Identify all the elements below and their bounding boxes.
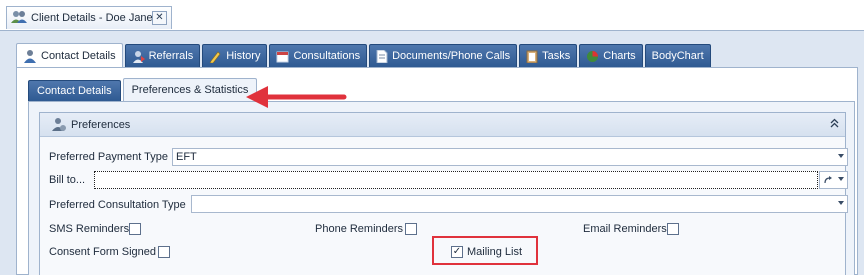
- tab-tasks[interactable]: Tasks: [519, 44, 578, 67]
- contact-person-icon: [24, 49, 36, 63]
- email-reminders-label: Email Reminders: [583, 223, 667, 235]
- sms-reminders-checkbox[interactable]: [129, 223, 141, 235]
- chevron-down-icon: [838, 154, 844, 158]
- mailing-list-highlight-box: [432, 236, 538, 265]
- phone-reminders-checkbox[interactable]: [405, 223, 417, 235]
- consultation-type-label: Preferred Consultation Type: [49, 199, 186, 211]
- phone-reminders-label: Phone Reminders: [315, 223, 404, 235]
- client-details-tab-title: Client Details - Doe Jane: [31, 12, 153, 24]
- tab-label: BodyChart: [651, 50, 704, 62]
- users-icon: [11, 10, 27, 27]
- document-tab-bar: Client Details - Doe Jane ✕: [0, 0, 864, 31]
- subtab-contact-details[interactable]: Contact Details: [28, 80, 121, 101]
- bill-to-input[interactable]: [94, 171, 818, 189]
- collapse-chevron-icon[interactable]: [830, 118, 839, 131]
- sub-tab-strip: Contact Details Preferences & Statistics: [28, 78, 258, 101]
- preferences-group-title: Preferences: [71, 118, 131, 131]
- email-reminders-checkbox[interactable]: [667, 223, 679, 235]
- payment-type-label: Preferred Payment Type: [49, 151, 169, 163]
- bill-to-label: Bill to...: [49, 174, 86, 186]
- tab-label: Charts: [603, 50, 636, 62]
- preferences-group-header: Preferences: [40, 113, 845, 137]
- chevron-down-icon[interactable]: [838, 177, 844, 181]
- sms-reminders-label: SMS Reminders: [49, 223, 130, 235]
- tab-label: Tasks: [542, 50, 571, 62]
- tab-charts[interactable]: Charts: [579, 44, 643, 67]
- tab-label: Contact Details: [41, 49, 116, 62]
- tab-history[interactable]: History: [202, 44, 268, 67]
- bill-to-buttons: [819, 171, 848, 189]
- tab-consultations[interactable]: Consultations: [269, 44, 368, 67]
- payment-type-select[interactable]: EFT: [172, 148, 848, 166]
- link-arrow-icon[interactable]: [823, 175, 833, 185]
- calendar-icon: [276, 51, 289, 62]
- close-tab-button[interactable]: ✕: [152, 11, 167, 25]
- subtab-preferences-statistics[interactable]: Preferences & Statistics: [122, 78, 258, 101]
- preferences-person-icon: [52, 118, 66, 131]
- tab-documents-phone-calls[interactable]: Documents/Phone Calls: [369, 44, 518, 67]
- main-tab-strip: Contact Details Referrals History Consul…: [16, 43, 711, 67]
- tab-label: Consultations: [293, 50, 361, 62]
- consultation-type-select[interactable]: [191, 195, 848, 213]
- chevron-down-icon: [838, 201, 844, 205]
- pencil-icon: [209, 51, 221, 63]
- consent-form-label: Consent Form Signed: [49, 246, 156, 258]
- tab-bodychart[interactable]: BodyChart: [644, 44, 711, 67]
- tab-label: Referrals: [148, 50, 194, 62]
- tab-label: Documents/Phone Calls: [392, 50, 511, 62]
- tab-contact-details[interactable]: Contact Details: [16, 43, 123, 67]
- tab-referrals[interactable]: Referrals: [124, 44, 201, 67]
- consent-form-checkbox[interactable]: [158, 246, 170, 258]
- payment-type-value: EFT: [176, 151, 197, 163]
- annotation-arrow-icon: [246, 86, 347, 108]
- document-icon: [376, 49, 388, 63]
- referrals-icon: [132, 50, 145, 63]
- client-details-tab[interactable]: Client Details - Doe Jane ✕: [6, 6, 172, 29]
- tab-label: History: [226, 50, 261, 62]
- clipboard-icon: [526, 50, 538, 63]
- pie-chart-icon: [587, 50, 599, 62]
